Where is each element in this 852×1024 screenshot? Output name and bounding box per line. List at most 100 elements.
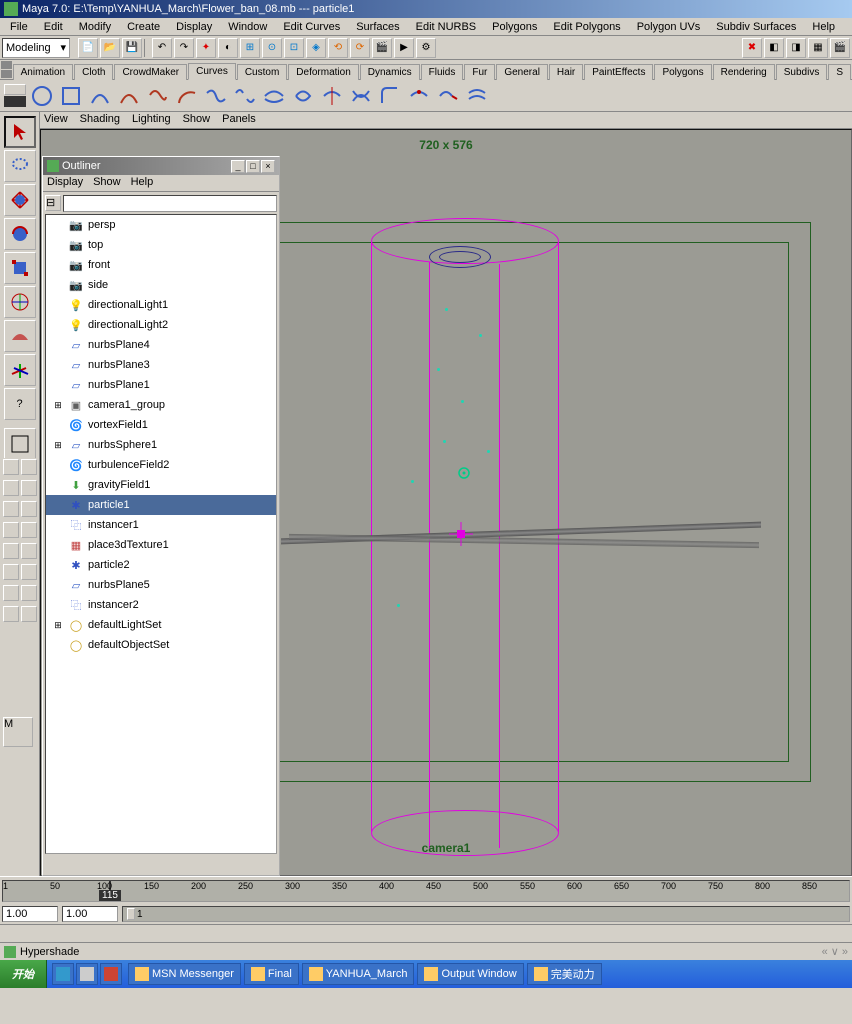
menu-edit[interactable]: Edit (36, 20, 71, 34)
show-manip-tool[interactable] (4, 354, 36, 386)
menu-edit-polygons[interactable]: Edit Polygons (545, 20, 628, 34)
shelf-tab-rendering[interactable]: Rendering (713, 64, 775, 80)
ipr-render-icon[interactable]: ▶ (394, 38, 414, 58)
menu-polygons[interactable]: Polygons (484, 20, 545, 34)
snap-curve-icon[interactable]: ⊙ (262, 38, 282, 58)
viewport-menu-view[interactable]: View (44, 113, 68, 127)
outliner-item-vortexField1[interactable]: 🌀vortexField1 (46, 415, 276, 435)
range-start-input[interactable] (2, 906, 58, 922)
quicklaunch-app-icon[interactable] (100, 963, 122, 985)
shelf-tab-subdivs[interactable]: Subdivs (776, 64, 828, 80)
mode-dropdown[interactable]: Modeling ▾ (2, 38, 70, 58)
layout-preset-9[interactable] (3, 543, 19, 559)
shelf-tab-s[interactable]: S (828, 64, 851, 80)
shelf-tab-cloth[interactable]: Cloth (74, 64, 113, 80)
last-tool[interactable]: ? (4, 388, 36, 420)
viewport-menu-shading[interactable]: Shading (80, 113, 120, 127)
curve-square-icon[interactable] (58, 83, 84, 109)
shelf-tab-crowdmaker[interactable]: CrowdMaker (114, 64, 187, 80)
layout-preset-14[interactable] (21, 585, 37, 601)
outliner-item-gravityField1[interactable]: ⬇gravityField1 (46, 475, 276, 495)
layout-preset-13[interactable] (3, 585, 19, 601)
timeline-track[interactable]: 115 150100150200250300350400450500550600… (2, 880, 850, 902)
fillet-curve-icon[interactable] (377, 83, 403, 109)
taskbar-item-final[interactable]: Final (244, 963, 299, 985)
undo-button[interactable]: ↶ (152, 38, 172, 58)
curve-circle-icon[interactable] (29, 83, 55, 109)
shelf-tab-fur[interactable]: Fur (464, 64, 495, 80)
redo-button[interactable]: ↷ (174, 38, 194, 58)
cut-curve-icon[interactable] (319, 83, 345, 109)
layout-preset-10[interactable] (21, 543, 37, 559)
rotate-tool[interactable] (4, 218, 36, 250)
save-button[interactable]: 💾 (122, 38, 142, 58)
single-view-layout[interactable] (4, 428, 36, 460)
outliner-item-front[interactable]: 📷front (46, 255, 276, 275)
outliner-item-nurbsPlane1[interactable]: ▱nurbsPlane1 (46, 375, 276, 395)
snap-grid-icon[interactable]: ⊞ (240, 38, 260, 58)
outliner-item-turbulenceField2[interactable]: 🌀turbulenceField2 (46, 455, 276, 475)
outliner-item-particle2[interactable]: ✱particle2 (46, 555, 276, 575)
layout-preset-5[interactable] (3, 501, 19, 517)
outliner-item-instancer1[interactable]: ⿻instancer1 (46, 515, 276, 535)
taskbar-item-完美动力[interactable]: 完美动力 (527, 963, 602, 985)
menu-display[interactable]: Display (168, 20, 220, 34)
outliner-tree[interactable]: 📷persp📷top📷front📷side💡directionalLight1💡… (45, 214, 277, 854)
open-close-curve-icon[interactable] (290, 83, 316, 109)
outliner-item-particle1[interactable]: ✱particle1 (46, 495, 276, 515)
layout-preset-12[interactable] (21, 564, 37, 580)
lasso-select-tool[interactable] (4, 150, 36, 182)
layout-preset-1[interactable] (3, 459, 19, 475)
range-slider[interactable]: 1 (122, 906, 850, 922)
close-button[interactable]: × (261, 160, 275, 173)
outliner-item-nurbsSphere1[interactable]: ⊞▱nurbsSphere1 (46, 435, 276, 455)
hypershade-bar[interactable]: Hypershade « ∨ » (0, 942, 852, 960)
arc-tool-icon[interactable] (174, 83, 200, 109)
outliner-item-nurbsPlane3[interactable]: ▱nurbsPlane3 (46, 355, 276, 375)
layout-preset-3[interactable] (3, 480, 19, 496)
taskbar-item-msn-messenger[interactable]: MSN Messenger (128, 963, 241, 985)
shelf-tab-deformation[interactable]: Deformation (288, 64, 358, 80)
shelf-tab-polygons[interactable]: Polygons (654, 64, 711, 80)
outliner-item-place3dTexture1[interactable]: ▦place3dTexture1 (46, 535, 276, 555)
shelf-arrow-icon[interactable] (1, 70, 12, 78)
open-button[interactable]: 📂 (100, 38, 120, 58)
outliner-item-camera1_group[interactable]: ⊞▣camera1_group (46, 395, 276, 415)
new-scene-button[interactable]: 📄 (78, 38, 98, 58)
history-off-icon[interactable]: ⟳ (350, 38, 370, 58)
taskbar-item-output-window[interactable]: Output Window (417, 963, 523, 985)
outliner-menu-show[interactable]: Show (93, 176, 121, 190)
select-tool-icon[interactable]: ✦ (196, 38, 216, 58)
layout-preset-15[interactable] (3, 606, 19, 622)
move-tool[interactable] (4, 184, 36, 216)
viewport-menu-show[interactable]: Show (183, 113, 211, 127)
expander-icon[interactable]: ⊞ (52, 620, 64, 631)
toggle-b-icon[interactable]: ◨ (786, 38, 806, 58)
maya-logo-icon[interactable]: M (3, 717, 33, 747)
outliner-item-nurbsPlane4[interactable]: ▱nurbsPlane4 (46, 335, 276, 355)
shelf-tab-fluids[interactable]: Fluids (421, 64, 464, 80)
expander-icon[interactable]: ⊞ (52, 440, 64, 451)
snap-point-icon[interactable]: ⊡ (284, 38, 304, 58)
outliner-item-nurbsPlane5[interactable]: ▱nurbsPlane5 (46, 575, 276, 595)
quicklaunch-desktop-icon[interactable] (76, 963, 98, 985)
hypershade-arrows-icon[interactable]: « ∨ » (822, 945, 848, 958)
layout-preset-7[interactable] (3, 522, 19, 538)
minimize-button[interactable]: _ (231, 160, 245, 173)
shelf-tab-animation[interactable]: Animation (13, 64, 73, 80)
intersect-curves-icon[interactable] (348, 83, 374, 109)
menu-modify[interactable]: Modify (71, 20, 119, 34)
outliner-menu-help[interactable]: Help (131, 176, 154, 190)
shelf-tab-curves[interactable]: Curves (188, 63, 236, 80)
layout-preset-11[interactable] (3, 564, 19, 580)
layout-preset-8[interactable] (21, 522, 37, 538)
align-curves-icon[interactable] (261, 83, 287, 109)
outliner-filter-input[interactable] (63, 195, 277, 212)
menu-edit-nurbs[interactable]: Edit NURBS (408, 20, 485, 34)
shelf-trash-icon[interactable] (4, 96, 26, 107)
timeline[interactable]: 115 150100150200250300350400450500550600… (0, 876, 852, 904)
render-icon[interactable]: 🎬 (372, 38, 392, 58)
outliner-item-top[interactable]: 📷top (46, 235, 276, 255)
filter-icon[interactable]: ⊟ (45, 195, 61, 211)
outliner-item-directionalLight1[interactable]: 💡directionalLight1 (46, 295, 276, 315)
